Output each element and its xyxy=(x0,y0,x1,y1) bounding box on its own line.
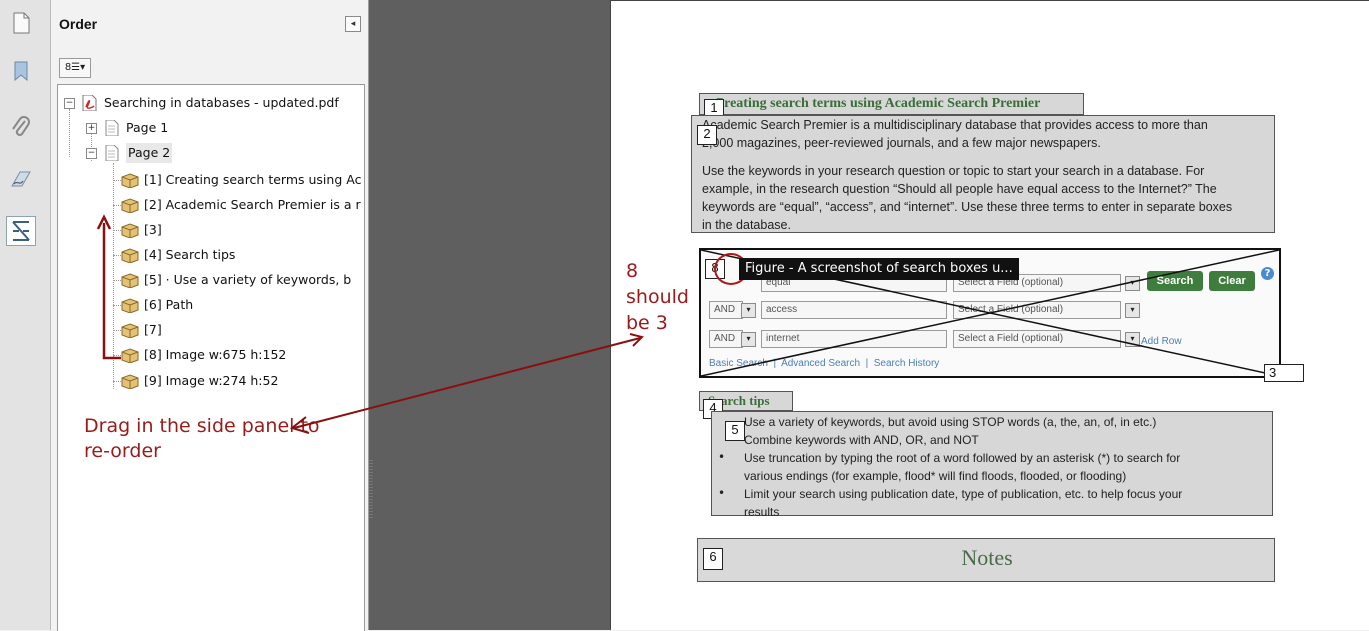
annotation-arrow-icon xyxy=(289,333,644,434)
